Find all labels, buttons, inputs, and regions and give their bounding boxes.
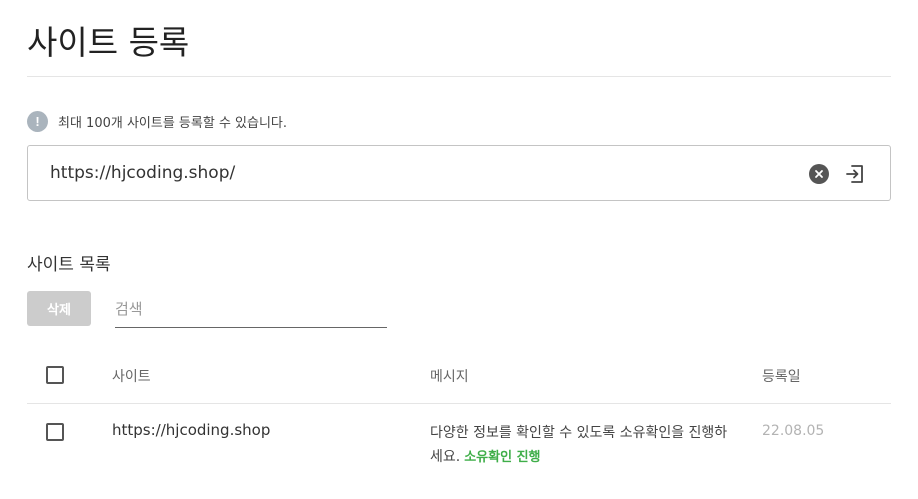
header-date: 등록일 [762, 369, 801, 385]
url-input[interactable] [50, 146, 790, 200]
url-field [27, 145, 891, 201]
info-icon: ! [27, 110, 48, 132]
header-message: 메시지 [430, 369, 469, 385]
select-all-checkbox[interactable] [46, 366, 64, 384]
row-checkbox[interactable] [46, 423, 64, 441]
table-row: https://hjcoding.shop 다양한 정보를 확인할 수 있도록 … [27, 404, 891, 474]
enter-icon[interactable] [843, 162, 867, 186]
title-divider [27, 76, 891, 77]
row-message: 다양한 정보를 확인할 수 있도록 소유확인을 진행하세요. 소유확인 진행 [430, 421, 740, 470]
info-text: 최대 100개 사이트를 등록할 수 있습니다. [58, 115, 288, 131]
header-site: 사이트 [112, 369, 151, 385]
row-date: 22.08.05 [762, 423, 825, 439]
search-input[interactable] [115, 291, 387, 326]
site-table: 사이트 메시지 등록일 https://hjcoding.shop 다양한 정보… [27, 349, 891, 474]
delete-button[interactable]: 삭제 [27, 291, 91, 326]
row-site-url: https://hjcoding.shop [112, 421, 271, 439]
table-header: 사이트 메시지 등록일 [27, 349, 891, 404]
clear-icon[interactable] [809, 164, 829, 184]
site-list-title: 사이트 목록 [27, 255, 111, 275]
page-title: 사이트 등록 [27, 23, 190, 62]
info-notice: ! 최대 100개 사이트를 등록할 수 있습니다. [27, 110, 287, 132]
verify-ownership-link[interactable]: 소유확인 진행 [464, 450, 540, 465]
search-field [115, 291, 387, 328]
